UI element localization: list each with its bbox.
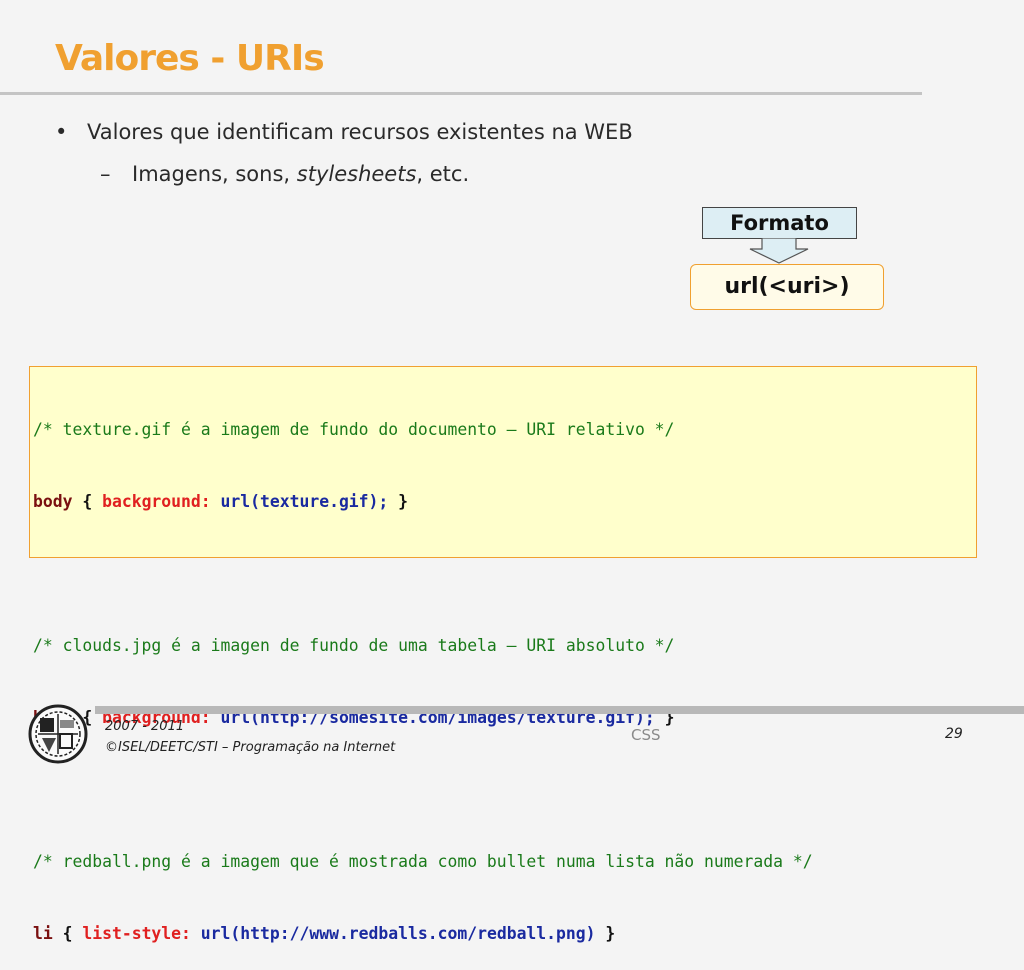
bullet-dot-icon: • bbox=[55, 120, 68, 144]
code-value: url(http://www.redballs.com/redball.png) bbox=[190, 924, 596, 943]
bullet-level2-italic: stylesheets bbox=[296, 162, 417, 186]
slide-title: Valores - URIs bbox=[55, 38, 325, 79]
footer-left-block: 2007 - 2011 ©ISEL/DEETC/STI – Programaçã… bbox=[105, 716, 395, 758]
bullet-level2-suffix: , etc. bbox=[416, 162, 470, 186]
bullet-dash-icon: – bbox=[100, 162, 111, 186]
code-brace-open: { bbox=[72, 492, 103, 511]
code-line: li { list-style: url(http://www.redballs… bbox=[33, 922, 976, 946]
code-brace-close: } bbox=[595, 924, 616, 943]
bullet-level1: • Valores que identificam recursos existe… bbox=[55, 120, 633, 144]
footer-divider bbox=[95, 706, 1024, 714]
code-property: background: bbox=[102, 492, 211, 511]
code-selector: li bbox=[33, 924, 53, 943]
code-comment: /* clouds.jpg é a imagen de fundo de uma… bbox=[33, 636, 675, 655]
bullet-level2-prefix: Imagens, sons, bbox=[132, 162, 297, 186]
footer-years: 2007 - 2011 bbox=[105, 719, 185, 734]
format-label-box: Formato bbox=[702, 207, 857, 239]
code-value: url(texture.gif); bbox=[210, 492, 389, 511]
code-selector: body bbox=[33, 492, 73, 511]
page-number: 29 bbox=[945, 726, 963, 742]
code-comment: /* texture.gif é a imagem de fundo do do… bbox=[33, 420, 675, 439]
format-value-box: url(<uri>) bbox=[690, 264, 884, 310]
code-line: body { background: url(texture.gif); } bbox=[33, 490, 976, 514]
title-divider bbox=[0, 92, 922, 95]
code-line: /* redball.png é a imagem que é mostrada… bbox=[33, 850, 976, 874]
footer-credits: ©ISEL/DEETC/STI – Programação na Interne… bbox=[105, 740, 396, 755]
code-example-box: /* texture.gif é a imagem de fundo do do… bbox=[29, 366, 977, 943]
code-line: /* texture.gif é a imagem de fundo do do… bbox=[33, 418, 976, 442]
code-line: /* clouds.jpg é a imagen de fundo de uma… bbox=[33, 634, 976, 658]
bullet-level2: – Imagens, sons, stylesheets, etc. bbox=[100, 162, 469, 186]
code-brace-open: { bbox=[52, 924, 83, 943]
code-property: list-style: bbox=[82, 924, 191, 943]
code-brace-close: } bbox=[388, 492, 409, 511]
footer-topic: CSS bbox=[631, 726, 661, 744]
code-comment: /* redball.png é a imagem que é mostrada… bbox=[33, 852, 813, 871]
isel-logo-icon bbox=[28, 704, 88, 764]
bullet-level1-text: Valores que identificam recursos existen… bbox=[87, 120, 633, 144]
down-arrow-icon bbox=[749, 238, 809, 264]
